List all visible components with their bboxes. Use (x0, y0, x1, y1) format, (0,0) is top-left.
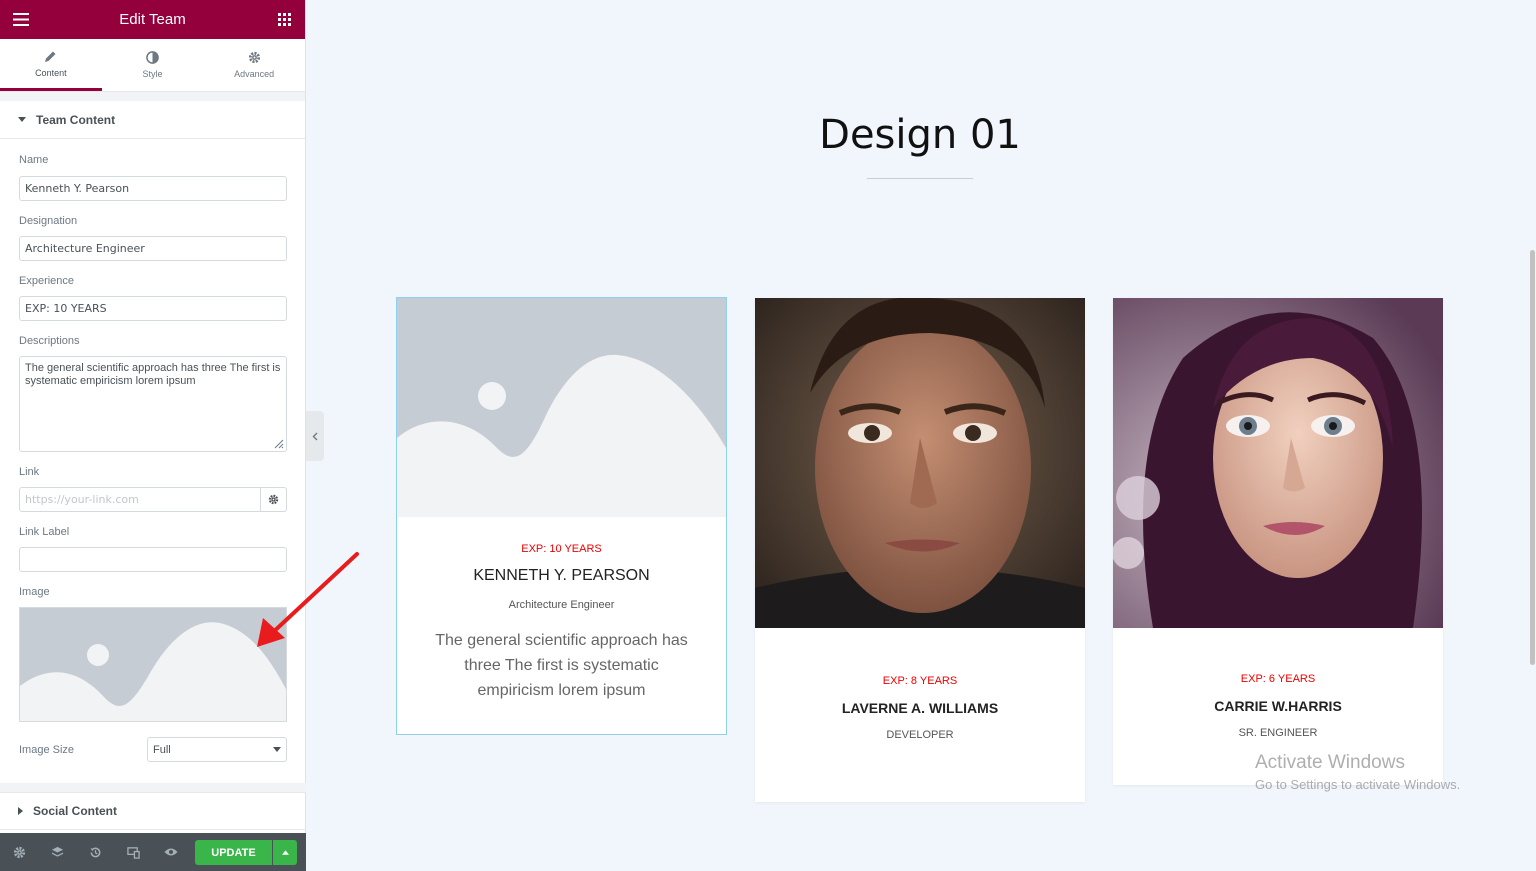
image-placeholder-icon (397, 298, 726, 517)
editor-header: Edit Team (0, 0, 305, 39)
annotation-arrow-icon (257, 552, 359, 647)
team-card[interactable]: EXP: 8 YEARS LAVERNE A. WILLIAMS DEVELOP… (755, 298, 1085, 802)
update-options-button[interactable] (273, 840, 297, 865)
link-label-field[interactable] (19, 547, 287, 572)
contrast-icon (146, 51, 159, 64)
image-size-label: Image Size (19, 743, 75, 756)
team-card[interactable]: EXP: 10 YEARS KENNETH Y. PEARSON Archite… (396, 297, 727, 735)
link-input[interactable]: https://your-link.com (19, 487, 261, 512)
link-row: https://your-link.com (19, 487, 287, 512)
panel-tabs: Content Style Advanced (0, 39, 305, 92)
team-content-fields: Name Kenneth Y. Pearson Designation Arch… (0, 154, 305, 762)
activation-watermark: Activate Windows Go to Settings to activ… (1255, 752, 1460, 792)
editor-footer: UPDATE (0, 833, 306, 871)
card-name: KENNETH Y. PEARSON (473, 567, 650, 584)
resize-handle-icon[interactable] (274, 439, 284, 449)
chevron-left-icon (312, 432, 318, 440)
link-options-button[interactable] (261, 487, 287, 512)
history-icon[interactable] (86, 843, 104, 861)
hamburger-menu-icon[interactable] (12, 11, 30, 29)
experience-label: Experience (19, 275, 75, 287)
widgets-grid-icon[interactable] (275, 11, 293, 29)
section-team-content-toggle[interactable]: Team Content (0, 101, 305, 139)
designation-field[interactable]: Architecture Engineer (19, 236, 287, 261)
name-field[interactable]: Kenneth Y. Pearson (19, 176, 287, 201)
tab-style-label: Style (142, 69, 163, 79)
tab-style[interactable]: Style (102, 39, 204, 91)
watermark-subtitle: Go to Settings to activate Windows. (1255, 777, 1461, 792)
chevron-down-icon (273, 747, 281, 752)
woman-portrait-image (1113, 298, 1443, 628)
card-name: CARRIE W.HARRIS (1214, 698, 1342, 714)
card-experience: EXP: 10 YEARS (521, 543, 602, 555)
watermark-title: Activate Windows (1255, 752, 1405, 773)
designation-label: Designation (19, 215, 78, 227)
gear-icon (268, 494, 279, 505)
image-size-value: Full (153, 743, 171, 756)
team-card[interactable]: EXP: 6 YEARS CARRIE W.HARRIS SR. ENGINEE… (1113, 298, 1443, 785)
descriptions-textarea[interactable]: The general scientific approach has thre… (19, 356, 287, 452)
panel-title: Edit Team (119, 11, 186, 28)
collapse-panel-button[interactable] (306, 411, 324, 461)
pencil-icon (45, 51, 56, 62)
layers-icon[interactable] (48, 843, 66, 861)
card-experience: EXP: 8 YEARS (882, 675, 958, 687)
tab-content-label: Content (35, 67, 67, 78)
update-button[interactable]: UPDATE (195, 840, 272, 865)
image-label: Image (19, 586, 50, 598)
page-scrollbar[interactable] (1528, 0, 1536, 871)
descriptions-text: The general scientific approach has thre… (25, 362, 281, 387)
image-size-select[interactable]: Full (147, 737, 287, 762)
image-placeholder-icon (20, 608, 286, 721)
descriptions-label: Descriptions (19, 335, 80, 347)
gear-icon (248, 51, 260, 64)
tab-advanced-label: Advanced (234, 69, 275, 79)
responsive-mode-icon[interactable] (124, 843, 142, 861)
card-designation: Architecture Engineer (508, 599, 615, 611)
settings-icon[interactable] (10, 843, 28, 861)
man-portrait-image (755, 298, 1085, 628)
caret-up-icon (281, 850, 289, 855)
scrollbar-thumb[interactable] (1530, 250, 1535, 665)
page-heading: Design 01 (819, 112, 1021, 158)
name-label: Name (19, 154, 49, 166)
editor-panel: Edit Team Content Style Advanced Team Co… (0, 0, 306, 871)
section-social-content-toggle[interactable]: Social Content (0, 792, 306, 830)
tab-content[interactable]: Content (0, 39, 102, 91)
section-social-content-title: Social Content (33, 804, 118, 818)
link-label-label: Link Label (19, 526, 70, 538)
section-team-content-title: Team Content (36, 112, 116, 127)
preview-eye-icon[interactable] (162, 843, 180, 861)
card-designation: DEVELOPER (886, 729, 954, 741)
image-chooser[interactable] (19, 607, 287, 722)
caret-right-icon (18, 807, 23, 815)
card-experience: EXP: 6 YEARS (1240, 673, 1316, 685)
card-designation: SR. ENGINEER (1238, 727, 1318, 739)
caret-down-icon (18, 117, 26, 122)
image-size-row: Image Size Full (19, 737, 287, 762)
heading-divider (867, 178, 973, 179)
panel-separator (0, 92, 305, 101)
experience-field[interactable]: EXP: 10 YEARS (19, 296, 287, 321)
link-label: Link (19, 466, 40, 478)
card-description: The general scientific approach has thre… (435, 632, 688, 699)
tab-advanced[interactable]: Advanced (203, 39, 305, 91)
panel-separator (0, 783, 306, 792)
card-name: LAVERNE A. WILLIAMS (841, 700, 999, 716)
